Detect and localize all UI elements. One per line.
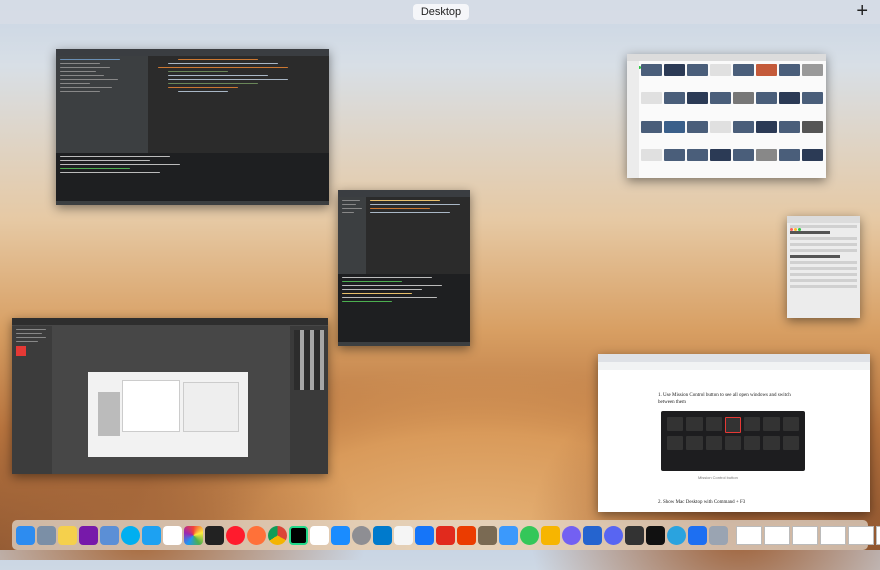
minimized-window[interactable]: [848, 525, 874, 545]
skype-icon[interactable]: [121, 525, 140, 545]
window-titlebar: [56, 49, 329, 64]
automator-icon[interactable]: [709, 525, 728, 545]
acrobat-icon[interactable]: [436, 525, 455, 545]
photos-icon[interactable]: [184, 525, 203, 545]
dock: [12, 520, 880, 550]
gimp-brushes-dock[interactable]: [290, 326, 328, 474]
todo-icon[interactable]: [583, 525, 602, 545]
status-bar: [338, 342, 470, 346]
keyboard-image: [661, 411, 805, 471]
gimp-icon[interactable]: [478, 525, 497, 545]
telegram-icon[interactable]: [667, 525, 686, 545]
viber-icon[interactable]: [562, 525, 581, 545]
xcode-icon[interactable]: [415, 525, 434, 545]
terminal-icon[interactable]: [205, 525, 224, 545]
office-icon[interactable]: [457, 525, 476, 545]
system-preferences-icon[interactable]: [352, 525, 371, 545]
slack-icon[interactable]: [310, 525, 329, 545]
gimp-window[interactable]: [12, 318, 328, 474]
twitter-icon[interactable]: [142, 525, 161, 545]
keynote-icon[interactable]: [688, 525, 707, 545]
status-bar: [56, 201, 329, 205]
code-editor[interactable]: [148, 56, 329, 153]
discord-icon[interactable]: [604, 525, 623, 545]
image-caption: Mission Control button: [698, 475, 738, 480]
minimized-window[interactable]: [792, 525, 818, 545]
project-sidebar: [338, 197, 366, 274]
launchpad-icon[interactable]: [37, 525, 56, 545]
ide-icon[interactable]: [646, 525, 665, 545]
article-step-1: 1. Use Mission Control button to see all…: [658, 393, 791, 405]
window-titlebar: [627, 54, 826, 69]
chrome-icon[interactable]: [268, 525, 287, 545]
calendar-icon[interactable]: [163, 525, 182, 545]
window-titlebar: [12, 318, 328, 333]
opera-icon[interactable]: [226, 525, 245, 545]
code-editor[interactable]: [366, 197, 470, 274]
onenote-icon[interactable]: [79, 525, 98, 545]
notes-icon[interactable]: [58, 525, 77, 545]
address-bar[interactable]: [598, 362, 870, 370]
textedit-icon[interactable]: [394, 525, 413, 545]
terminal-panel[interactable]: [338, 274, 470, 346]
finder-icon[interactable]: [16, 525, 35, 545]
calculator-icon[interactable]: [625, 525, 644, 545]
browser-window[interactable]: 1. Use Mission Control button to see all…: [598, 354, 870, 512]
minimized-window[interactable]: [764, 525, 790, 545]
firefox-icon[interactable]: [247, 525, 266, 545]
finder-sidebar: [627, 61, 639, 178]
mail-icon[interactable]: [499, 525, 518, 545]
browser-tabs[interactable]: [598, 354, 870, 369]
file-thumbnail-grid[interactable]: [641, 64, 823, 174]
finder-window[interactable]: [627, 54, 826, 178]
inspector-panel-window[interactable]: [787, 216, 860, 318]
vscode-icon[interactable]: [373, 525, 392, 545]
sketch-icon[interactable]: [541, 525, 560, 545]
ide-window-center[interactable]: [338, 190, 470, 346]
messages-icon[interactable]: [520, 525, 539, 545]
minimized-window[interactable]: [736, 525, 762, 545]
project-sidebar: [56, 56, 148, 153]
webstorm-icon[interactable]: [289, 525, 308, 545]
preview-icon[interactable]: [100, 525, 119, 545]
terminal-panel[interactable]: [56, 153, 329, 205]
window-titlebar: [338, 190, 470, 205]
minimized-window[interactable]: [876, 525, 880, 545]
add-space-button[interactable]: +: [856, 1, 868, 21]
image-canvas[interactable]: [88, 372, 248, 457]
minimized-window[interactable]: [820, 525, 846, 545]
app-store-icon[interactable]: [331, 525, 350, 545]
article-step-2: 2. Show Mac Desktop with Command + F3: [658, 500, 746, 505]
desktop-space-label[interactable]: Desktop: [413, 4, 469, 20]
ide-window-top-left[interactable]: [56, 49, 329, 205]
gimp-toolbox[interactable]: [12, 326, 52, 474]
window-titlebar: [787, 216, 860, 231]
